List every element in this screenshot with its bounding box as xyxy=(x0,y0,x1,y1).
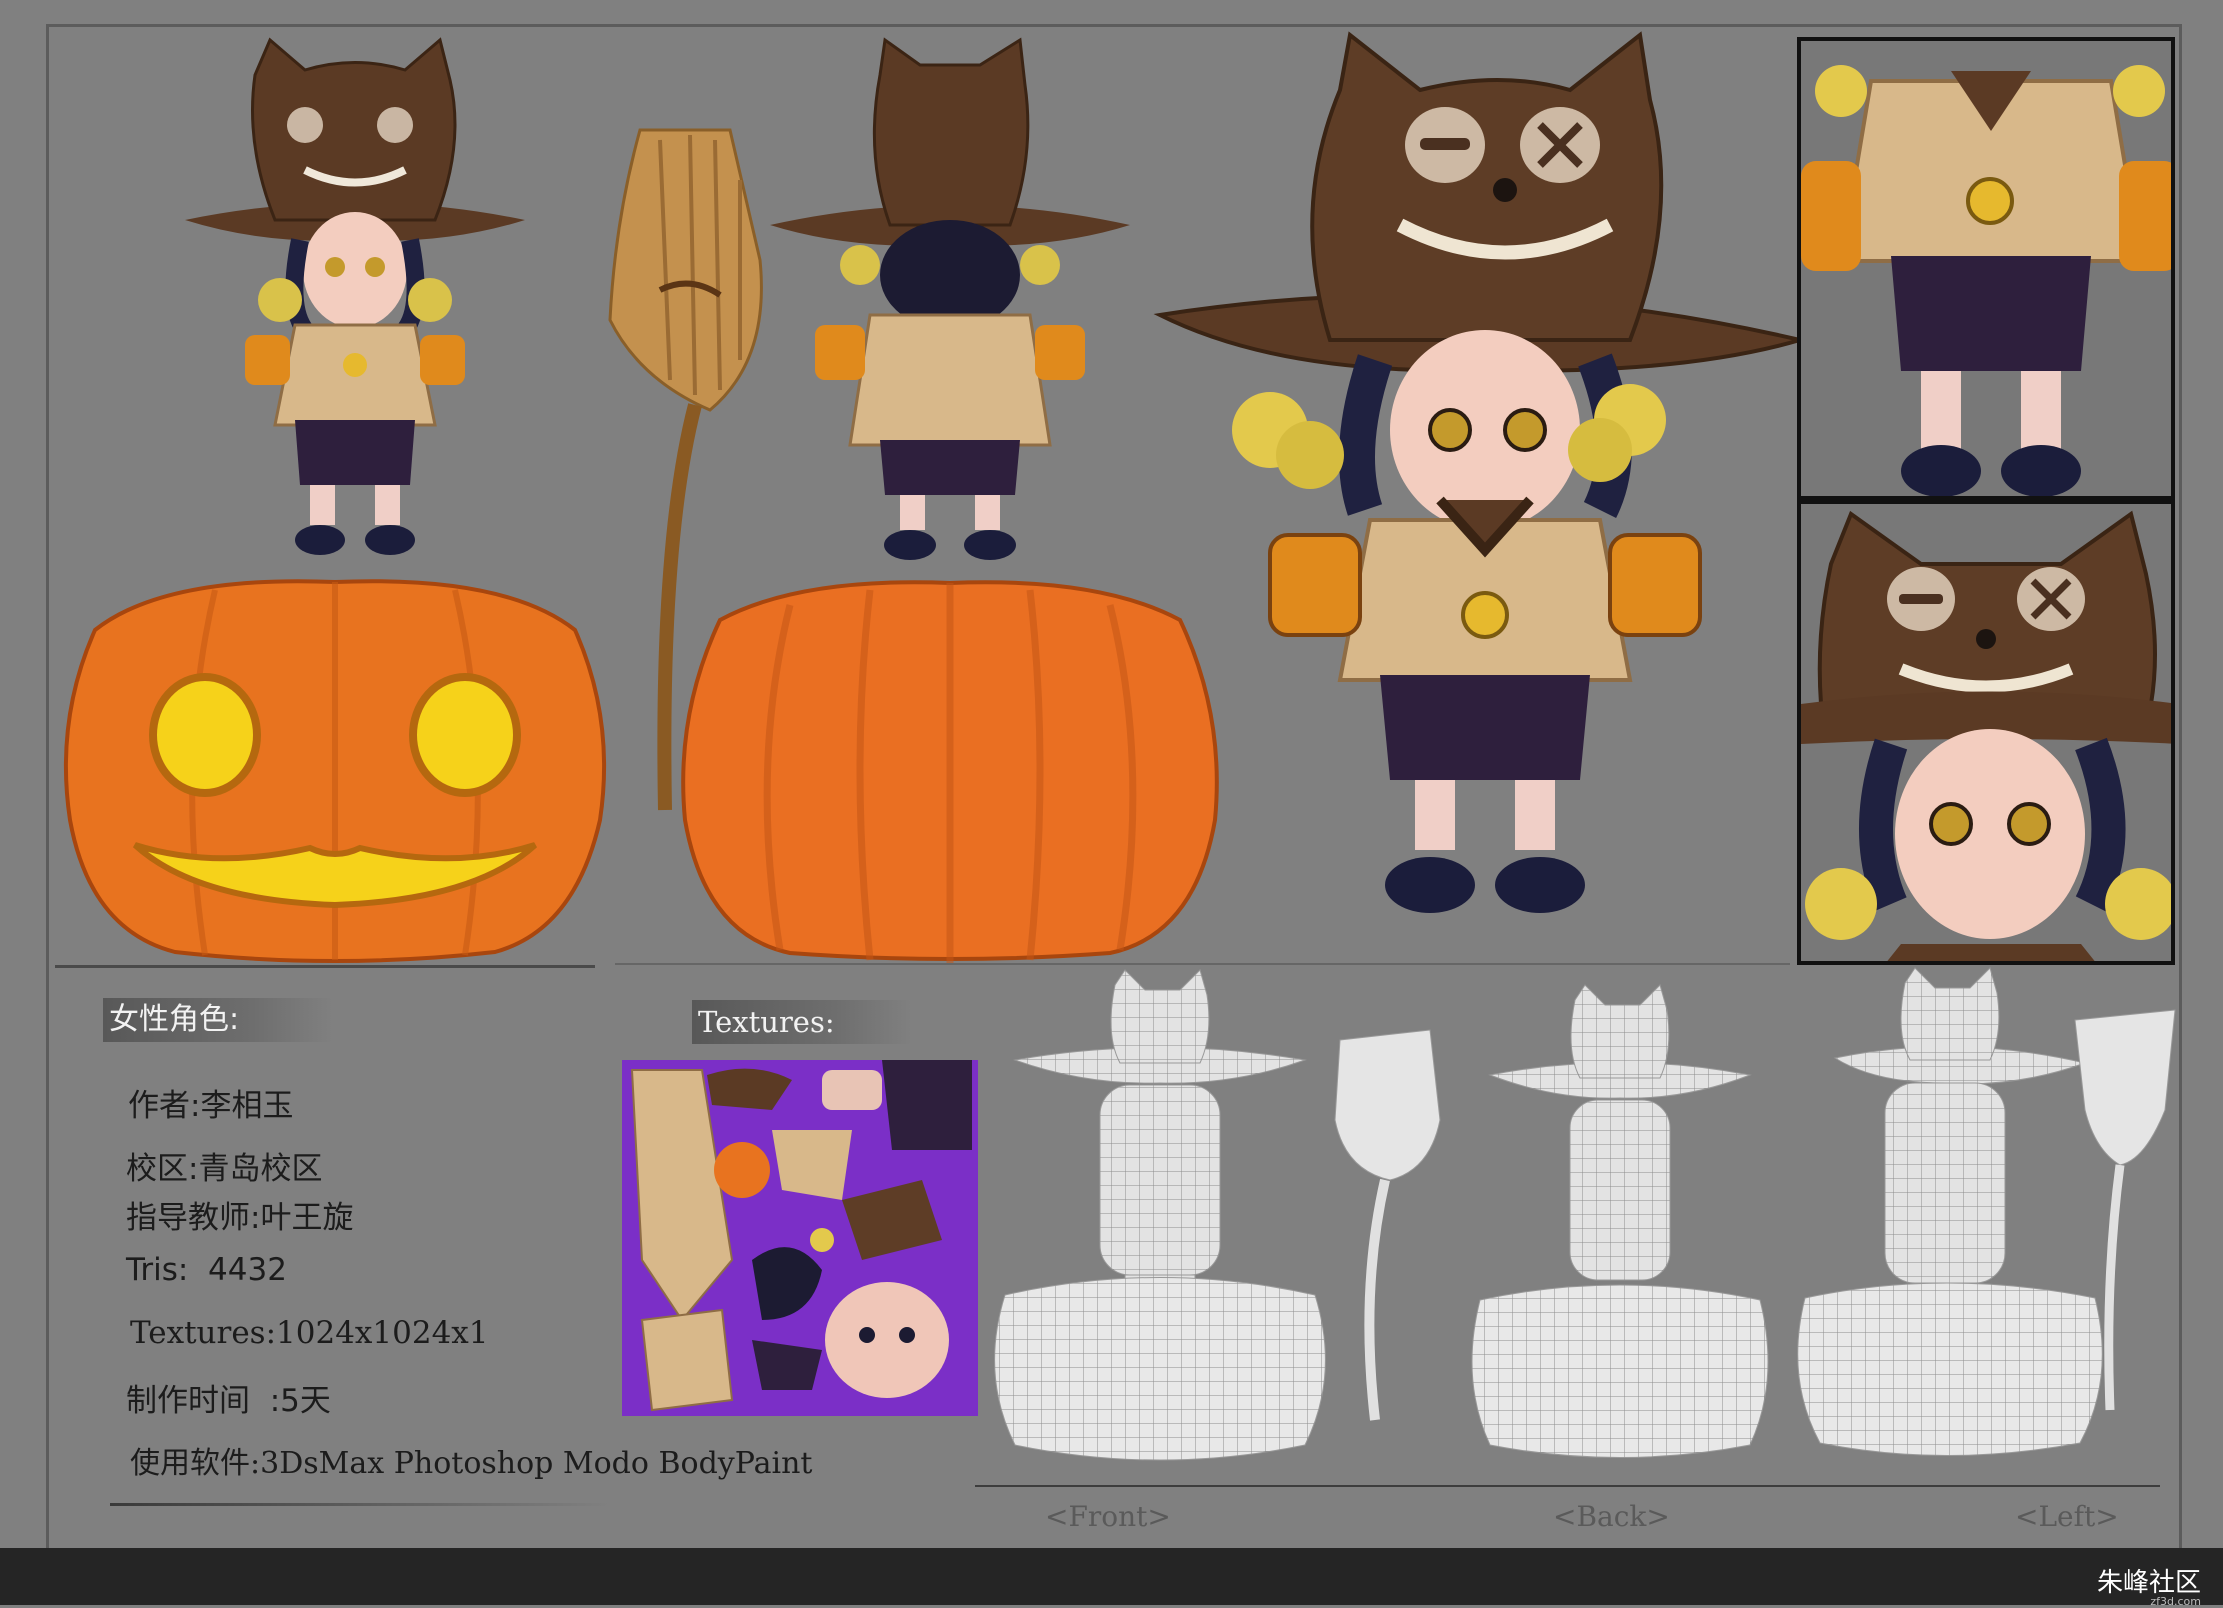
info-underline xyxy=(110,1503,610,1506)
wireframe-left-render xyxy=(1797,967,2103,1456)
wireframe-broom-front xyxy=(1334,1029,1441,1421)
role-label: 女性角色: xyxy=(103,998,333,1042)
wireframe-label-front: <Front> xyxy=(1045,1500,1171,1533)
wireframe-baseline xyxy=(975,1485,2160,1487)
textures-size-text: Textures:1024x1024x1 xyxy=(130,1315,489,1351)
textures-label: Textures: xyxy=(692,1000,912,1044)
wireframe-broom-left xyxy=(2074,1009,2176,1411)
detail-panel-head xyxy=(1797,500,2175,965)
teacher-text: 指导教师:叶王旋 xyxy=(126,1200,354,1236)
wireframe-front-render xyxy=(994,969,1326,1461)
watermark-text: 朱峰社区 xyxy=(2096,1568,2201,1598)
character-front-illustration xyxy=(185,37,525,555)
bottom-bar xyxy=(0,1548,2223,1605)
wireframe-label-left: <Left> xyxy=(2015,1500,2119,1533)
top-separator-left xyxy=(55,965,595,968)
wireframe-back-render xyxy=(1471,984,1769,1458)
time-text: 制作时间 :5天 xyxy=(126,1383,331,1419)
campus-text: 校区:青岛校区 xyxy=(126,1151,323,1187)
tris-text: Tris: 4432 xyxy=(126,1252,287,1288)
software-text: 使用软件:3DsMax Photoshop Modo BodyPaint xyxy=(130,1446,813,1481)
detail-panel-body xyxy=(1797,37,2175,500)
texture-atlas-image xyxy=(622,1060,978,1416)
character-back-illustration xyxy=(770,37,1130,560)
pumpkin-front-illustration xyxy=(63,579,607,963)
watermark: 朱峰社区 zf3d.com xyxy=(2097,1562,2201,1608)
author-text: 作者:李相玉 xyxy=(128,1088,294,1124)
character-main-render xyxy=(1153,31,1808,913)
wireframe-label-back: <Back> xyxy=(1553,1500,1670,1533)
top-separator-right xyxy=(615,963,1790,965)
